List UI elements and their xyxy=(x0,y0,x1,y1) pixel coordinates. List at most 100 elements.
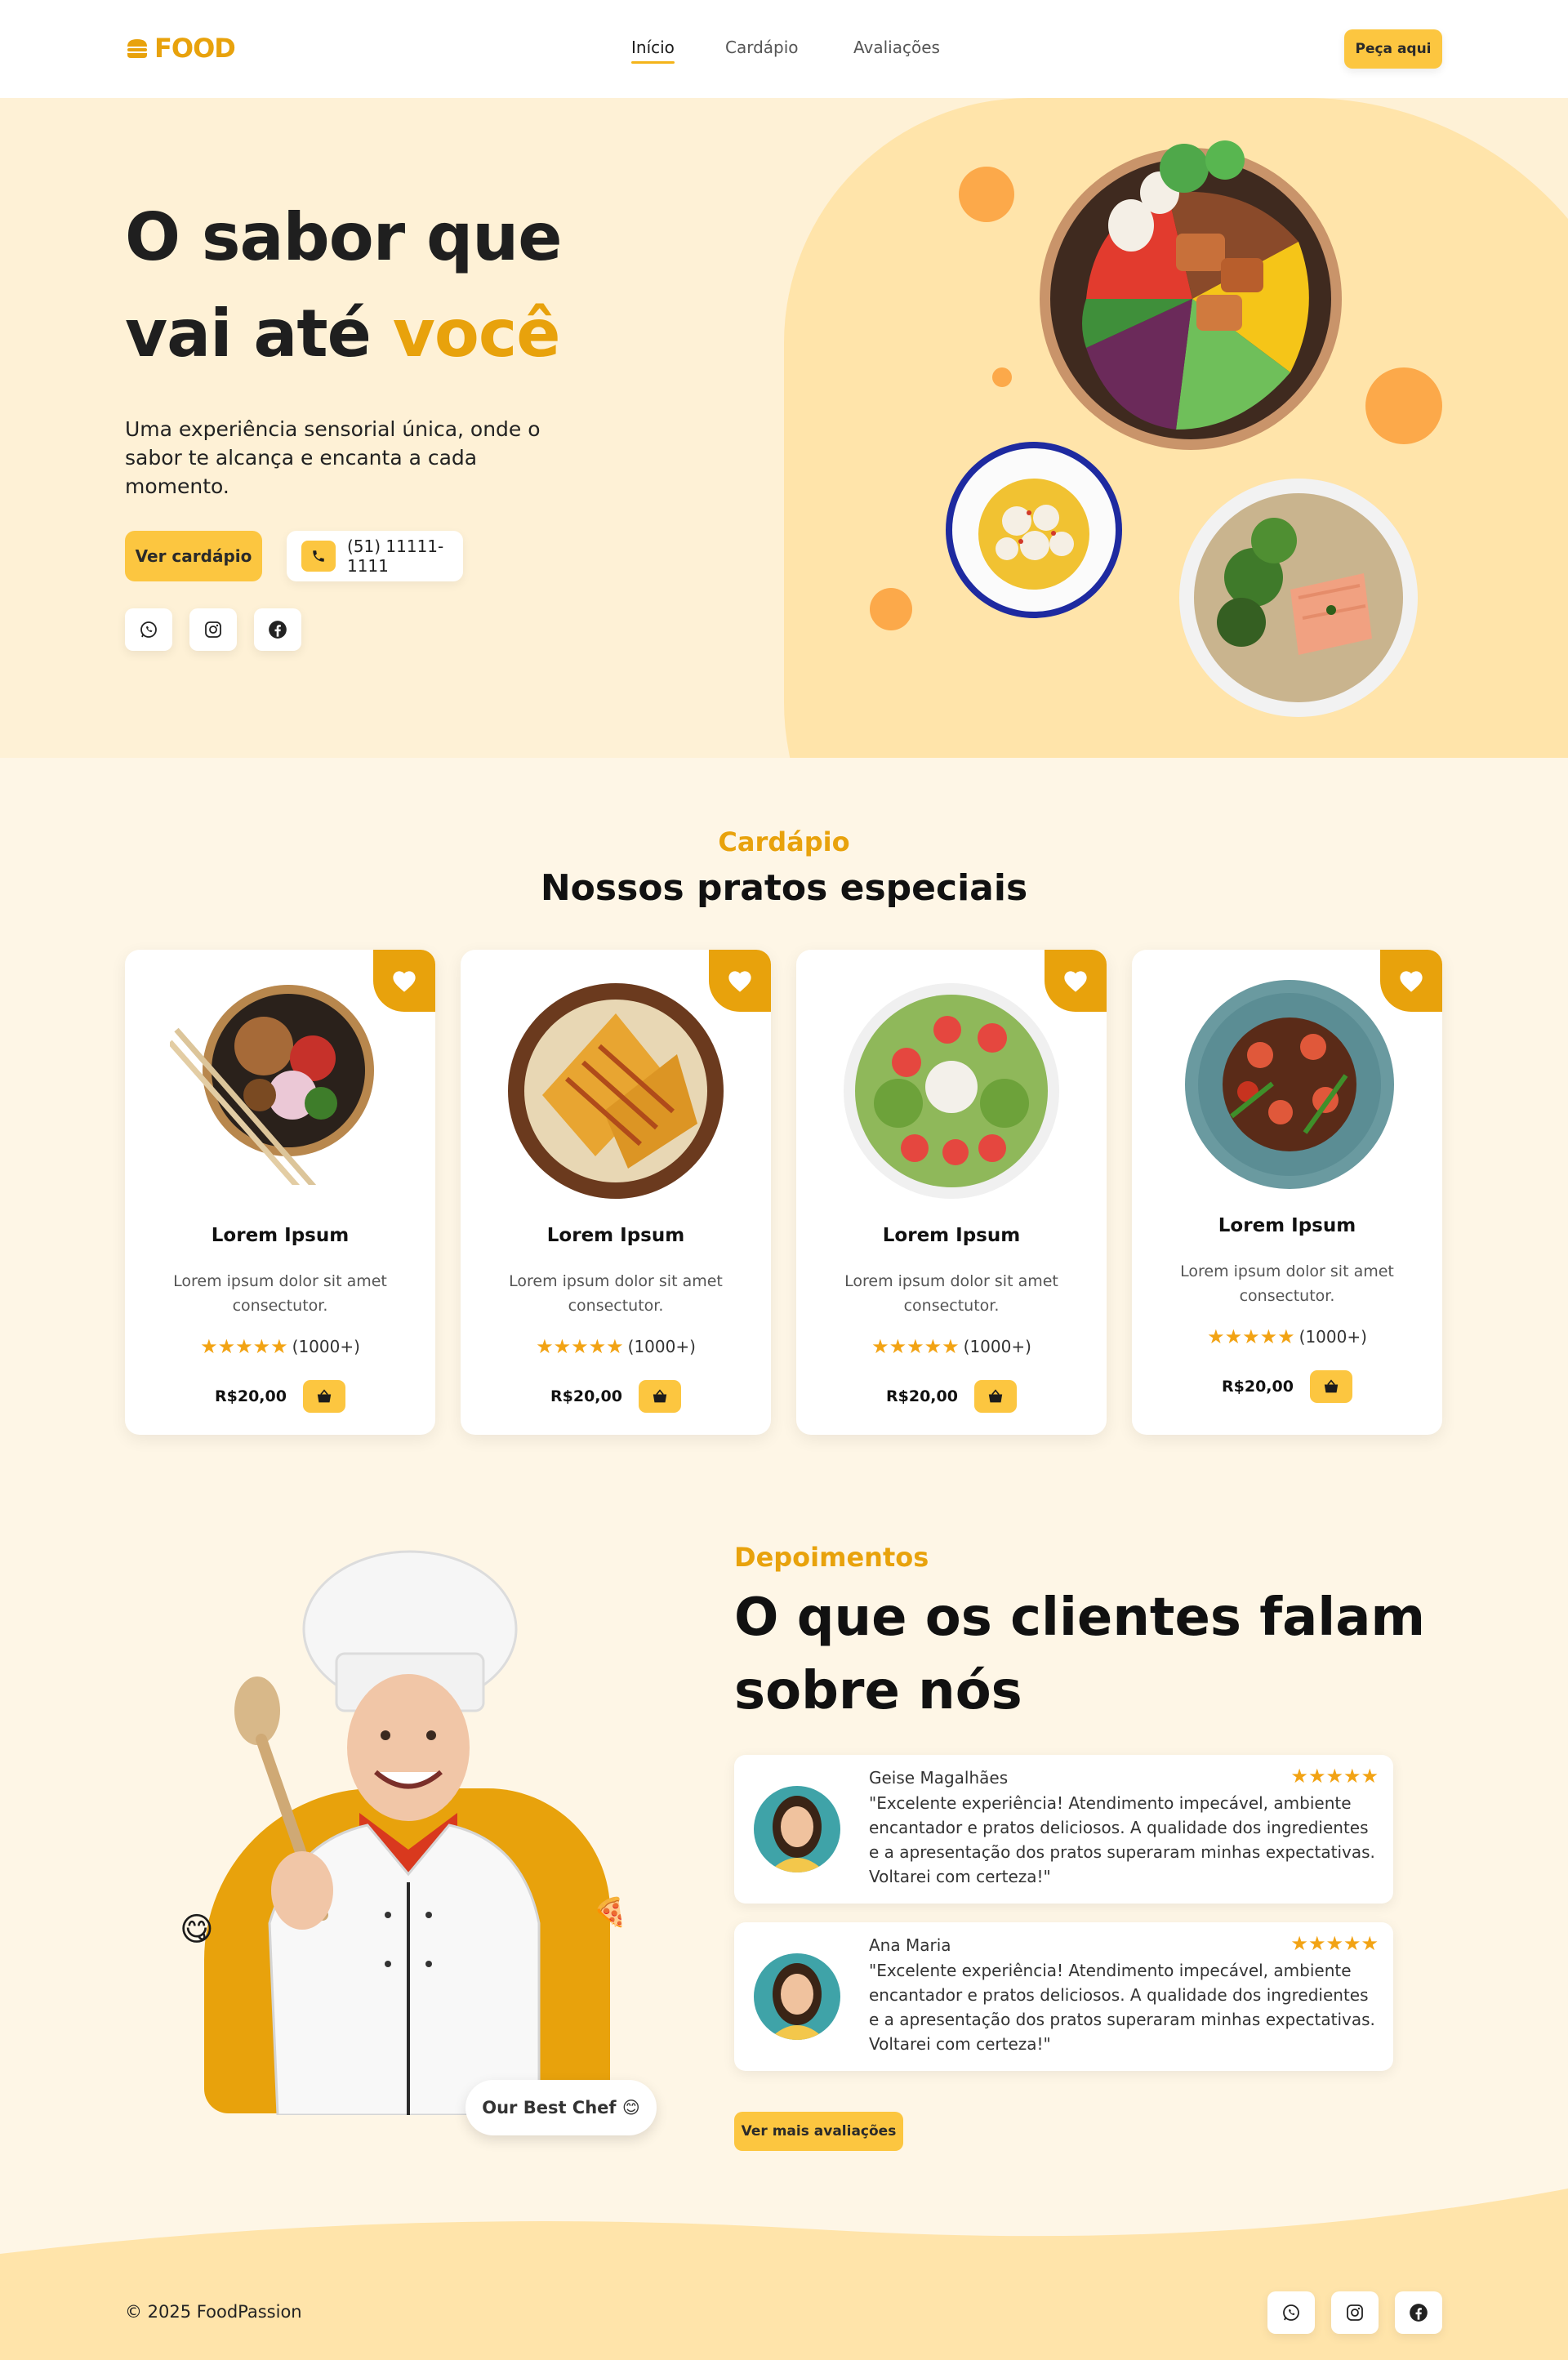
facebook-button[interactable] xyxy=(254,608,301,651)
basket-icon xyxy=(653,1389,667,1403)
chef-image xyxy=(234,1550,541,2115)
testimonial-card: Ana Maria ★★★★★ "Excelente experiência! … xyxy=(734,1922,1393,2071)
footer-facebook-button[interactable] xyxy=(1395,2291,1442,2334)
decor-dot xyxy=(992,367,1012,387)
review-stars: ★★★★★ xyxy=(1290,1932,1379,1955)
footer-whatsapp-button[interactable] xyxy=(1267,2291,1315,2334)
dish-price: R$20,00 xyxy=(550,1387,622,1405)
rating-count: (1000+) xyxy=(1298,1327,1367,1347)
facebook-icon xyxy=(269,621,287,639)
salmon-plate-image xyxy=(1179,479,1418,717)
instagram-button[interactable] xyxy=(189,608,237,651)
dish-price: R$20,00 xyxy=(886,1387,958,1405)
star-icon: ★★★★★ xyxy=(200,1335,288,1358)
dish-rating: ★★★★★ (1000+) xyxy=(1132,1325,1442,1348)
dish-card[interactable]: Lorem Ipsum Lorem ipsum dolor sit amet c… xyxy=(1132,950,1442,1435)
star-icon: ★★★★★ xyxy=(536,1335,624,1358)
chef-badge: Our Best Chef 😊 xyxy=(466,2080,657,2135)
dish-image xyxy=(170,985,374,1185)
order-button[interactable]: Peça aqui xyxy=(1344,29,1442,69)
add-to-cart-button[interactable] xyxy=(639,1380,681,1413)
basket-icon xyxy=(317,1389,332,1403)
hero-description: Uma experiência sensorial única, onde o … xyxy=(125,417,541,498)
basket-icon xyxy=(1324,1379,1339,1393)
heart-icon xyxy=(1064,971,1087,992)
decor-dot xyxy=(1365,367,1442,444)
dish-card[interactable]: Lorem Ipsum Lorem ipsum dolor sit amet c… xyxy=(125,950,435,1435)
instagram-icon xyxy=(205,621,221,638)
phone-icon xyxy=(301,541,336,572)
hero-title-plain: vai até xyxy=(125,296,393,372)
decor-dot xyxy=(870,588,912,630)
reviewer-name: Geise Magalhães xyxy=(869,1768,1009,1788)
add-to-cart-button[interactable] xyxy=(974,1380,1017,1413)
heart-icon xyxy=(728,971,751,992)
dish-price: R$20,00 xyxy=(215,1387,287,1405)
dish-image xyxy=(844,983,1059,1199)
reviewer-name: Ana Maria xyxy=(869,1935,951,1955)
review-text: "Excelente experiência! Atendimento impe… xyxy=(869,1793,1375,1886)
ceviche-bowl-image xyxy=(946,442,1122,618)
whatsapp-icon xyxy=(1283,2304,1299,2321)
add-to-cart-button[interactable] xyxy=(303,1380,345,1413)
rating-count: (1000+) xyxy=(627,1337,696,1356)
burger-icon xyxy=(127,39,147,58)
dish-card[interactable]: Lorem Ipsum Lorem ipsum dolor sit amet c… xyxy=(796,950,1107,1435)
testimonials-title: O que os clientes falam sobre nós xyxy=(734,1581,1425,1728)
facebook-icon xyxy=(1410,2304,1428,2322)
heart-icon xyxy=(393,971,416,992)
testimonials-label: Depoimentos xyxy=(734,1542,929,1573)
nav-reviews[interactable]: Avaliações xyxy=(853,38,940,57)
dish-name: Lorem Ipsum xyxy=(882,1225,1021,1246)
pizza-emoji-icon: 🍕 xyxy=(593,1896,628,1929)
dish-image xyxy=(508,983,724,1199)
dish-description: Lorem ipsum dolor sit amet consectutor. xyxy=(173,1272,387,1315)
salad-bowl-image xyxy=(1040,140,1342,450)
hero-title-line2: vai até você xyxy=(125,286,561,382)
dish-description: Lorem ipsum dolor sit amet consectutor. xyxy=(509,1272,723,1315)
more-reviews-button[interactable]: Ver mais avaliações xyxy=(734,2112,903,2151)
star-icon: ★★★★★ xyxy=(1290,1932,1379,1955)
phone-contact[interactable]: (51) 11111-1111 xyxy=(287,531,463,581)
favorite-button[interactable] xyxy=(373,950,435,1012)
decor-dot xyxy=(959,167,1014,222)
basket-icon xyxy=(988,1389,1003,1403)
avatar xyxy=(754,1953,840,2040)
dish-name: Lorem Ipsum xyxy=(211,1225,350,1246)
hero-title-accent: você xyxy=(392,296,561,372)
star-icon: ★★★★★ xyxy=(871,1335,960,1358)
brand-logo[interactable]: FOOD xyxy=(125,33,236,64)
site-header: FOOD Início Cardápio Avaliações Peça aqu… xyxy=(0,0,1568,98)
footer-instagram-button[interactable] xyxy=(1331,2291,1379,2334)
phone-number: (51) 11111-1111 xyxy=(346,537,444,576)
copyright: © 2025 FoodPassion xyxy=(125,2302,302,2322)
dish-price: R$20,00 xyxy=(1222,1378,1294,1396)
nav-home[interactable]: Início xyxy=(631,38,675,64)
whatsapp-icon xyxy=(140,621,157,638)
hero-title-line1: O sabor que xyxy=(125,199,562,275)
rating-count: (1000+) xyxy=(963,1337,1031,1356)
footer-wave xyxy=(0,2189,1568,2360)
dish-description: Lorem ipsum dolor sit amet consectutor. xyxy=(844,1272,1058,1315)
dish-name: Lorem Ipsum xyxy=(1218,1215,1356,1236)
rating-count: (1000+) xyxy=(292,1337,360,1356)
brand-name: FOOD xyxy=(154,33,236,64)
dish-name: Lorem Ipsum xyxy=(546,1225,685,1246)
dish-rating: ★★★★★ (1000+) xyxy=(125,1335,435,1358)
whatsapp-button[interactable] xyxy=(125,608,172,651)
dish-rating: ★★★★★ (1000+) xyxy=(461,1335,771,1358)
hero-title: O sabor que vai até você xyxy=(125,189,562,382)
testimonial-card: Geise Magalhães ★★★★★ "Excelente experiê… xyxy=(734,1755,1393,1904)
dish-card[interactable]: Lorem Ipsum Lorem ipsum dolor sit amet c… xyxy=(461,950,771,1435)
view-menu-button[interactable]: Ver cardápio xyxy=(125,531,262,581)
menu-section-title: Nossos pratos especiais xyxy=(540,867,1028,909)
dish-description: Lorem ipsum dolor sit amet consectutor. xyxy=(1180,1262,1394,1305)
review-text: "Excelente experiência! Atendimento impe… xyxy=(869,1961,1375,2054)
testimonials-title-line1: O que os clientes falam xyxy=(734,1587,1426,1648)
heart-icon xyxy=(1400,971,1423,992)
add-to-cart-button[interactable] xyxy=(1310,1370,1352,1403)
nav-menu[interactable]: Cardápio xyxy=(725,38,799,57)
menu-section-label: Cardápio xyxy=(718,826,850,857)
star-icon: ★★★★★ xyxy=(1290,1765,1379,1788)
dish-rating: ★★★★★ (1000+) xyxy=(796,1335,1107,1358)
